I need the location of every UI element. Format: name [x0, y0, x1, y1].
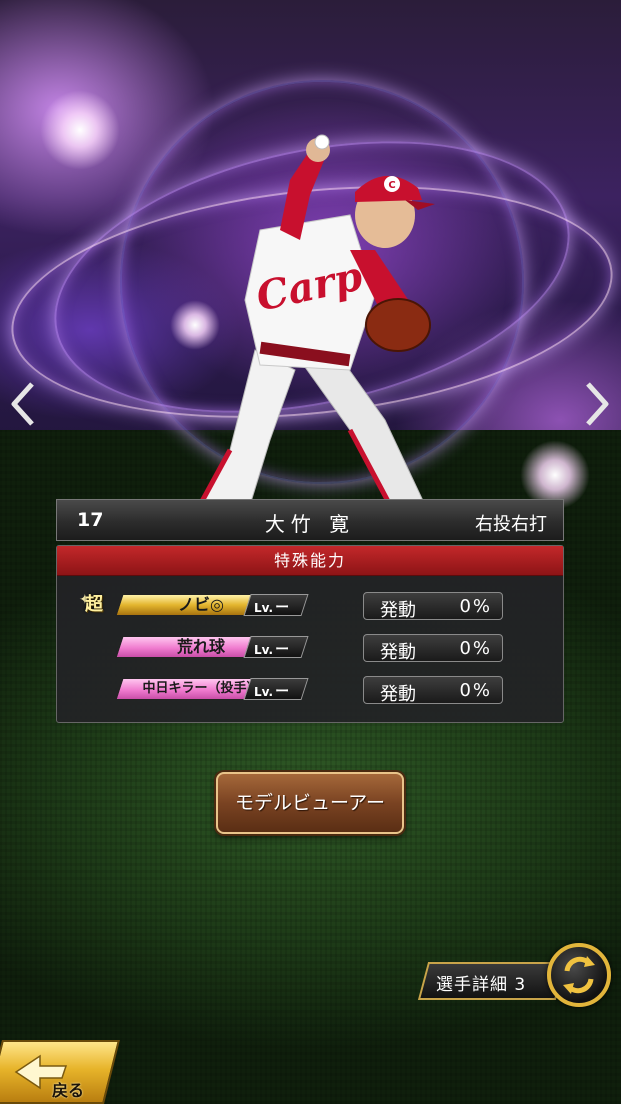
player-info-bar: 17 大竹 寛 右投右打 — [56, 499, 564, 541]
activation-label: 発動 — [380, 642, 416, 663]
chevron-right-icon[interactable] — [582, 380, 612, 428]
activation-rate-box: 発動 0% — [363, 676, 503, 705]
ability-row: 中日キラー（投手） Lv. ー 発動 0% — [57, 676, 563, 706]
player-pitcher-image: Carp C — [197, 134, 435, 507]
ability-row: ✦ 超 ノビ◎ Lv. ー 発動 0% — [57, 592, 563, 622]
back-button-label[interactable]: 戻る — [52, 1077, 84, 1101]
activation-rate-box: 発動 0% — [363, 592, 503, 621]
activation-percent: 0% — [459, 680, 492, 701]
activation-label: 発動 — [380, 600, 416, 621]
ability-row: 荒れ球 Lv. ー 発動 0% — [57, 634, 563, 664]
activation-label: 発動 — [380, 684, 416, 705]
light-flare — [40, 90, 120, 170]
activation-percent: 0% — [459, 638, 492, 659]
svg-text:C: C — [388, 180, 395, 191]
special-abilities-panel: 特殊能力 ✦ 超 ノビ◎ Lv. ー 発動 0% 荒れ球 Lv. ー 発動 0% 中… — [56, 545, 564, 723]
cycle-detail-button[interactable] — [547, 943, 611, 1007]
level-text: Lv. ー — [254, 684, 290, 700]
panel-title: 特殊能力 — [57, 546, 563, 576]
cycle-arrows-icon — [563, 956, 595, 994]
model-viewer-button[interactable]: モデルビューアー — [216, 772, 404, 834]
activation-rate-box: 発動 0% — [363, 634, 503, 663]
player-detail-label[interactable]: 選手詳細 3 — [436, 970, 526, 995]
chevron-left-icon[interactable] — [8, 380, 38, 428]
level-text: Lv. ー — [254, 600, 290, 616]
activation-percent: 0% — [459, 596, 492, 617]
level-text: Lv. ー — [254, 642, 290, 658]
player-handedness: 右投右打 — [475, 514, 547, 535]
super-mark: 超 — [85, 594, 103, 615]
